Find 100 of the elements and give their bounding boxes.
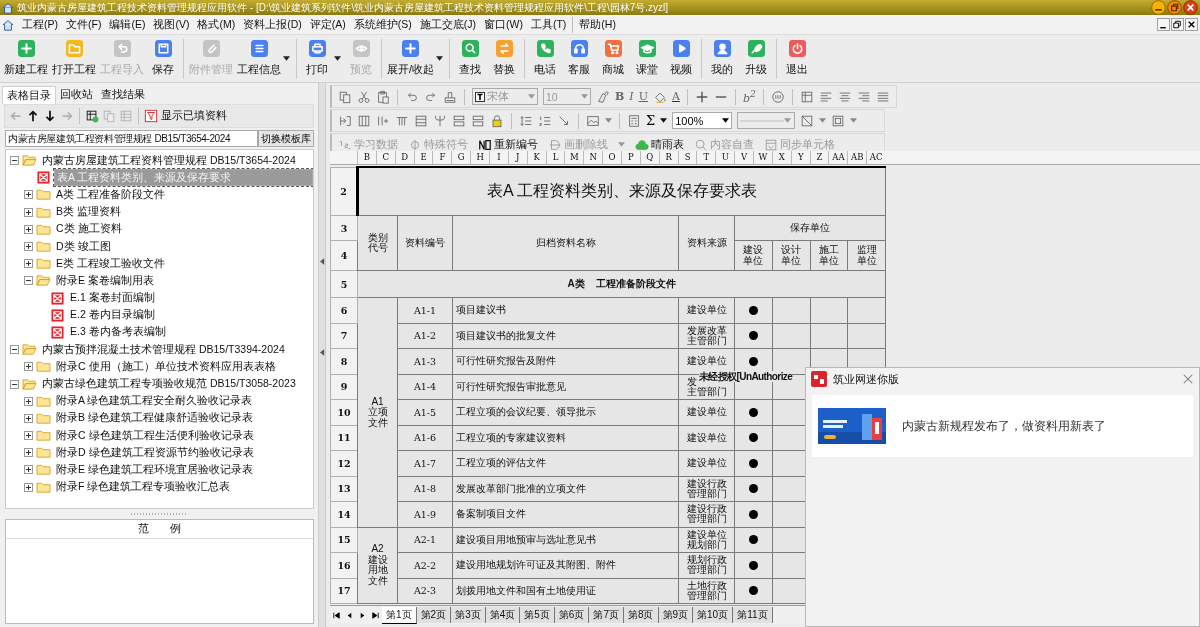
tree-item[interactable]: E.2 卷内目录编制: [68, 307, 313, 324]
sheet-tab[interactable]: 第5页: [520, 607, 555, 623]
tab[interactable]: 查找结果: [97, 86, 149, 104]
tree-item[interactable]: B类 监理资料: [54, 204, 313, 221]
column-letter[interactable]: X: [771, 151, 791, 164]
column-letter[interactable]: O: [602, 151, 622, 164]
toolbar-button[interactable]: 查找: [453, 40, 488, 77]
row-number[interactable]: 10: [330, 399, 358, 425]
row-number[interactable]: 11: [330, 425, 358, 451]
tree-item[interactable]: 附录E 案卷编制用表: [54, 272, 313, 289]
toolbar-button[interactable]: 我的: [705, 40, 740, 77]
template-path-field[interactable]: 内蒙古房屋建筑工程资料管理规程 DB15/T3654-2024: [5, 130, 258, 147]
toolbar-button[interactable]: 晴雨表: [635, 137, 684, 152]
tree-item[interactable]: 内蒙古房屋建筑工程资料管理规程 DB15/T3654-2024: [40, 152, 313, 169]
row-number[interactable]: 14: [330, 501, 358, 527]
toolbar-button[interactable]: 电话: [528, 40, 563, 77]
row-number[interactable]: 4: [330, 240, 358, 271]
column-letter[interactable]: P: [621, 151, 640, 164]
menu-item[interactable]: 帮助(H): [575, 17, 620, 32]
row-number[interactable]: 6: [330, 297, 358, 323]
tree-item[interactable]: E.1 案卷封面编制: [68, 290, 313, 307]
tab[interactable]: 回收站: [56, 86, 97, 104]
column-letter[interactable]: J: [507, 151, 527, 164]
menu-item[interactable]: 工程(P): [18, 17, 62, 32]
toolbar-button[interactable]: 保存: [146, 40, 180, 77]
tree-item[interactable]: E.3 卷内备考表编制: [68, 324, 313, 341]
font-color-button[interactable]: A: [671, 90, 680, 103]
sheet-tab[interactable]: 第9页: [658, 607, 694, 623]
zoom-select[interactable]: 100%: [672, 112, 733, 129]
column-letter[interactable]: Q: [639, 151, 659, 164]
message-card[interactable]: 内蒙古新规程发布了，做资料用新表了: [812, 395, 1193, 457]
toolbar-button[interactable]: 视频: [664, 40, 699, 77]
toolbar-button[interactable]: 升级: [739, 40, 774, 77]
column-letter[interactable]: R: [658, 151, 678, 164]
toolbar-button[interactable]: 工程信息: [235, 40, 283, 77]
style-button[interactable]: U: [638, 90, 648, 103]
menu-item[interactable]: 系统维护(S): [349, 17, 416, 32]
sheet-tab[interactable]: 第6页: [554, 607, 590, 623]
sheet-tab[interactable]: 第8页: [623, 607, 659, 623]
menu-item[interactable]: 格式(M): [193, 17, 240, 32]
toolbar-button[interactable]: 课堂: [630, 40, 665, 77]
column-letter[interactable]: Z: [809, 151, 829, 164]
tree-item[interactable]: 附录C 使用（施工）单位技术资料应用表表格: [54, 358, 313, 375]
tree-item[interactable]: 附录E 绿色建筑工程环境宜居验收记录表: [54, 461, 313, 478]
column-letter[interactable]: AC: [866, 151, 886, 164]
style-button[interactable]: I: [629, 90, 634, 103]
tree-item[interactable]: 附录A 绿色建筑工程安全耐久验收记录表: [54, 393, 313, 410]
tree-item[interactable]: E类 工程竣工验收文件: [54, 255, 313, 272]
sheet-tab[interactable]: 第11页: [733, 607, 773, 623]
toolbar-button[interactable]: 替换: [487, 40, 522, 77]
row-number[interactable]: 17: [330, 578, 358, 604]
tree-item[interactable]: 附录B 绿色建筑工程健康舒适验收记录表: [54, 410, 313, 427]
toolbar-button[interactable]: 打印: [300, 40, 334, 77]
sheet-tab[interactable]: 第4页: [485, 607, 521, 623]
tree-item[interactable]: C类 施工资料: [54, 221, 313, 238]
toolbar-button[interactable]: 新建工程: [2, 40, 50, 77]
column-letter[interactable]: F: [432, 151, 452, 164]
switch-template-button[interactable]: 切换模板库: [258, 130, 314, 147]
column-letter[interactable]: W: [753, 151, 772, 164]
sheet-tab[interactable]: 第3页: [451, 607, 486, 623]
row-number[interactable]: 2: [330, 167, 358, 216]
menu-item[interactable]: 评定(A): [305, 17, 350, 32]
row-number[interactable]: 9: [330, 374, 358, 400]
toolbar-button[interactable]: 展开/收起: [385, 40, 437, 77]
toolbar-button[interactable]: 打开工程: [50, 40, 98, 77]
column-letter[interactable]: V: [734, 151, 754, 164]
column-letter[interactable]: S: [677, 151, 697, 164]
tree-item[interactable]: A类 工程准备阶段文件: [54, 186, 313, 203]
column-letter[interactable]: G: [451, 151, 471, 164]
sheet-tab[interactable]: 第10页: [693, 607, 734, 623]
menu-item[interactable]: 视图(V): [149, 17, 194, 32]
row-number[interactable]: 8: [330, 348, 358, 374]
column-letter[interactable]: C: [375, 151, 395, 164]
row-number[interactable]: 16: [330, 552, 358, 578]
row-number[interactable]: 15: [330, 527, 358, 553]
row-number[interactable]: 3: [330, 215, 358, 241]
column-letter[interactable]: T: [696, 151, 716, 164]
column-letter[interactable]: H: [470, 151, 489, 164]
menu-item[interactable]: 窗口(W): [480, 17, 527, 32]
column-letter[interactable]: K: [526, 151, 546, 164]
column-letter[interactable]: D: [394, 151, 414, 164]
row-number[interactable]: 13: [330, 476, 358, 502]
column-letter[interactable]: E: [413, 151, 433, 164]
column-letter[interactable]: U: [715, 151, 735, 164]
menu-item[interactable]: 文件(F): [62, 17, 106, 32]
tree-item[interactable]: 附录C 绿色建筑工程生活便利验收记录表: [54, 427, 313, 444]
row-number[interactable]: 5: [330, 270, 358, 298]
sheet-tab[interactable]: 第2页: [416, 607, 452, 623]
toolbar-button[interactable]: 重新编号: [478, 137, 538, 152]
tab[interactable]: 表格目录: [2, 86, 56, 104]
show-filled-button[interactable]: 显示已填资料: [161, 109, 227, 123]
tree-item[interactable]: 内蒙古绿色建筑工程专项验收规范 DB15/T3058-2023: [40, 376, 313, 393]
toolbar-button[interactable]: 退出: [780, 40, 815, 77]
row-number[interactable]: 12: [330, 450, 358, 476]
tree-item[interactable]: 内蒙古预拌混凝土技术管理规程 DB15/T3394-2024: [40, 341, 313, 358]
sheet-tab[interactable]: 第7页: [589, 607, 624, 623]
sheet-tab[interactable]: 第1页: [382, 606, 417, 624]
column-letter[interactable]: AA: [828, 151, 848, 164]
menu-item[interactable]: 工具(T): [526, 17, 571, 32]
column-letter[interactable]: M: [564, 151, 584, 164]
